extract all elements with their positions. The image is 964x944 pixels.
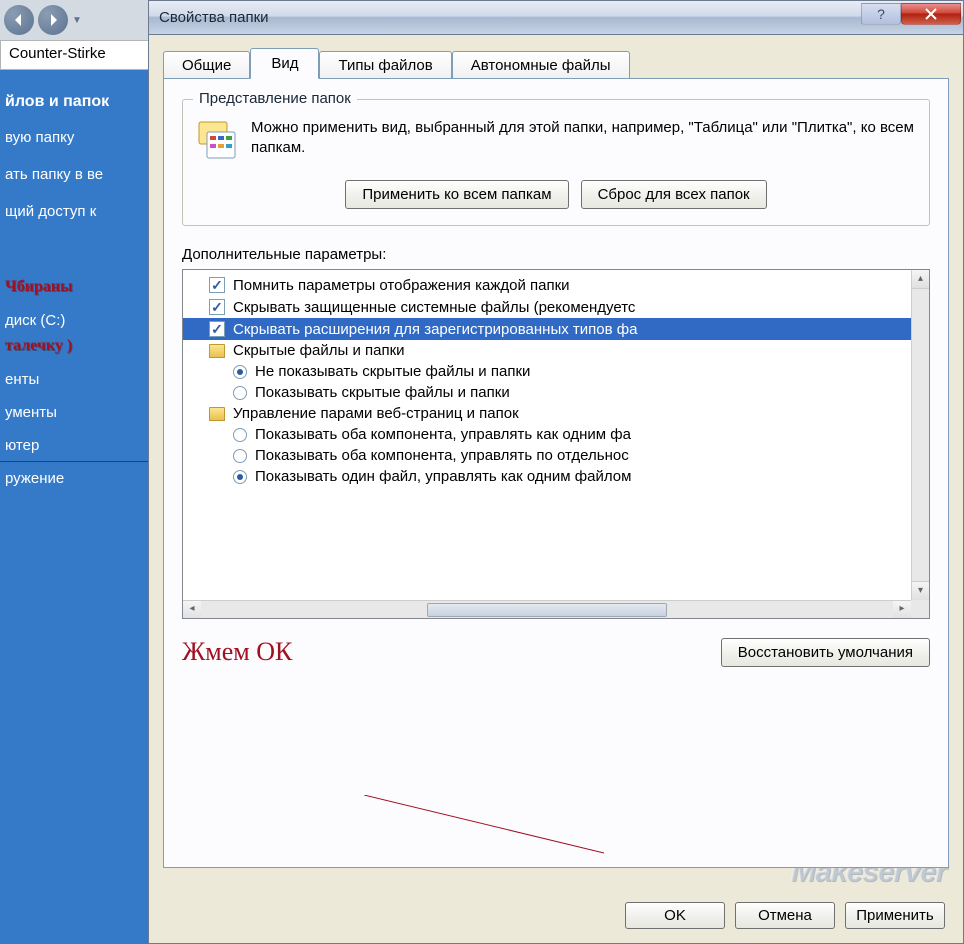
- folder-icon: [209, 407, 225, 421]
- setting-label: Управление парами веб-страниц и папок: [233, 406, 519, 421]
- setting-label: Не показывать скрытые файлы и папки: [255, 364, 530, 379]
- annotation-text: талечку ): [5, 329, 145, 363]
- dialog-body: Общие Вид Типы файлов Автономные файлы П…: [149, 35, 963, 878]
- advanced-label: Дополнительные параметры:: [182, 246, 930, 263]
- tree-item[interactable]: ружение: [5, 462, 145, 495]
- setting-label: Скрытые файлы и папки: [233, 343, 405, 358]
- tab-general[interactable]: Общие: [163, 51, 250, 79]
- annotation-press-ok: Жмем ОК: [182, 637, 292, 667]
- radio-icon[interactable]: [233, 365, 247, 379]
- setting-item[interactable]: Управление парами веб-страниц и папок: [183, 403, 911, 424]
- address-text: Counter-Stirke: [9, 45, 106, 62]
- sidebar-link[interactable]: ать папку в ве: [5, 156, 145, 193]
- tab-panel-view: Представление папок Можно применить вид,…: [163, 78, 949, 868]
- sidebar-link[interactable]: вую папку: [5, 119, 145, 156]
- reset-all-button[interactable]: Сброс для всех папок: [581, 180, 767, 209]
- dialog-button-row: OK Отмена Применить: [625, 902, 945, 929]
- tree-item[interactable]: ументы: [5, 396, 145, 429]
- vertical-scrollbar[interactable]: [911, 270, 929, 600]
- nav-forward-button[interactable]: [38, 5, 68, 35]
- radio-icon[interactable]: [233, 428, 247, 442]
- checkbox-icon[interactable]: [209, 299, 225, 315]
- tree-item[interactable]: ютер: [5, 429, 145, 462]
- annotation-line: [364, 795, 604, 855]
- setting-label: Помнить параметры отображения каждой пап…: [233, 278, 570, 293]
- nav-dropdown-icon[interactable]: ▼: [72, 15, 82, 26]
- setting-label: Скрывать защищенные системные файлы (рек…: [233, 300, 635, 315]
- setting-item[interactable]: Показывать один файл, управлять как одни…: [183, 466, 911, 487]
- address-bar[interactable]: Counter-Stirke: [0, 40, 150, 70]
- help-button[interactable]: ?: [861, 3, 901, 25]
- tab-bar: Общие Вид Типы файлов Автономные файлы: [163, 51, 949, 79]
- folder-views-groupbox: Представление папок Можно применить вид,…: [182, 99, 930, 226]
- setting-item[interactable]: Помнить параметры отображения каждой пап…: [183, 274, 911, 296]
- setting-label: Показывать скрытые файлы и папки: [255, 385, 510, 400]
- horizontal-scrollbar[interactable]: ◂ ▸: [183, 600, 911, 618]
- tab-view[interactable]: Вид: [250, 48, 319, 79]
- close-icon: [924, 8, 938, 20]
- setting-item[interactable]: Скрывать защищенные системные файлы (рек…: [183, 296, 911, 318]
- folder-views-icon: [197, 118, 237, 162]
- setting-item[interactable]: Показывать скрытые файлы и папки: [183, 382, 911, 403]
- tab-offline[interactable]: Автономные файлы: [452, 51, 630, 79]
- advanced-settings-list[interactable]: Помнить параметры отображения каждой пап…: [182, 269, 930, 619]
- scroll-thumb[interactable]: [427, 603, 667, 617]
- window-title: Свойства папки: [159, 9, 269, 26]
- radio-icon[interactable]: [233, 449, 247, 463]
- scroll-corner: [911, 600, 929, 618]
- folder-icon: [209, 344, 225, 358]
- setting-label: Скрывать расширения для зарегистрированн…: [233, 322, 637, 337]
- radio-icon[interactable]: [233, 386, 247, 400]
- setting-item[interactable]: Скрывать расширения для зарегистрированн…: [183, 318, 911, 340]
- scroll-right-icon[interactable]: ▸: [893, 601, 911, 619]
- setting-item[interactable]: Не показывать скрытые файлы и папки: [183, 361, 911, 382]
- arrow-left-icon: [11, 12, 27, 28]
- explorer-sidebar: йлов и папок вую папку ать папку в ве щи…: [0, 75, 150, 505]
- sidebar-link[interactable]: щий доступ к: [5, 193, 145, 230]
- cancel-button[interactable]: Отмена: [735, 902, 835, 929]
- setting-label: Показывать оба компонента, управлять по …: [255, 448, 629, 463]
- setting-item[interactable]: Показывать оба компонента, управлять по …: [183, 445, 911, 466]
- ok-button[interactable]: OK: [625, 902, 725, 929]
- titlebar[interactable]: Свойства папки ?: [149, 1, 963, 35]
- scroll-left-icon[interactable]: ◂: [183, 601, 201, 619]
- setting-label: Показывать оба компонента, управлять как…: [255, 427, 631, 442]
- setting-item[interactable]: Скрытые файлы и папки: [183, 340, 911, 361]
- setting-item[interactable]: Показывать оба компонента, управлять как…: [183, 424, 911, 445]
- close-button[interactable]: [901, 3, 961, 25]
- groupbox-description: Можно применить вид, выбранный для этой …: [251, 118, 915, 159]
- nav-back-button[interactable]: [4, 5, 34, 35]
- annotation-text: Чбираны: [5, 270, 145, 304]
- checkbox-icon[interactable]: [209, 321, 225, 337]
- radio-icon[interactable]: [233, 470, 247, 484]
- apply-to-all-button[interactable]: Применить ко всем папкам: [345, 180, 568, 209]
- checkbox-icon[interactable]: [209, 277, 225, 293]
- apply-button[interactable]: Применить: [845, 902, 945, 929]
- arrow-right-icon: [45, 12, 61, 28]
- setting-label: Показывать один файл, управлять как одни…: [255, 469, 631, 484]
- panel-header: йлов и папок: [5, 85, 145, 119]
- restore-defaults-button[interactable]: Восстановить умолчания: [721, 638, 930, 667]
- explorer-background: ▼ Counter-Stirke йлов и папок вую папку …: [0, 0, 150, 944]
- groupbox-title: Представление папок: [193, 90, 357, 107]
- explorer-toolbar: ▼: [0, 0, 150, 40]
- tree-item[interactable]: енты: [5, 363, 145, 396]
- tab-filetypes[interactable]: Типы файлов: [319, 51, 451, 79]
- folder-options-dialog: Свойства папки ? Общие Вид Типы файлов А…: [148, 0, 964, 944]
